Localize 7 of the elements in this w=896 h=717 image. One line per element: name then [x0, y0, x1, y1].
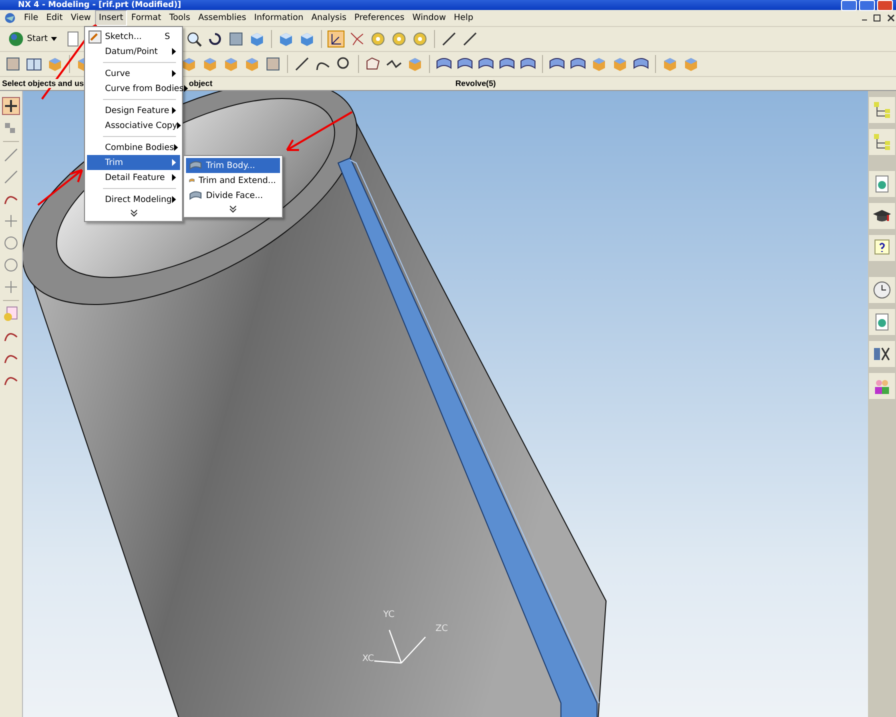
axis-label: XC: [362, 654, 374, 664]
status-text: Revolve(5): [455, 79, 496, 88]
prompt-text: object: [188, 79, 212, 88]
axis-label: ZC: [435, 624, 448, 634]
axis-label: YC: [383, 610, 395, 620]
window-title: NX 4 - Modeling - [rif.prt (Modified)]: [18, 0, 182, 10]
prompt-text: Select objects and us: [2, 79, 84, 88]
